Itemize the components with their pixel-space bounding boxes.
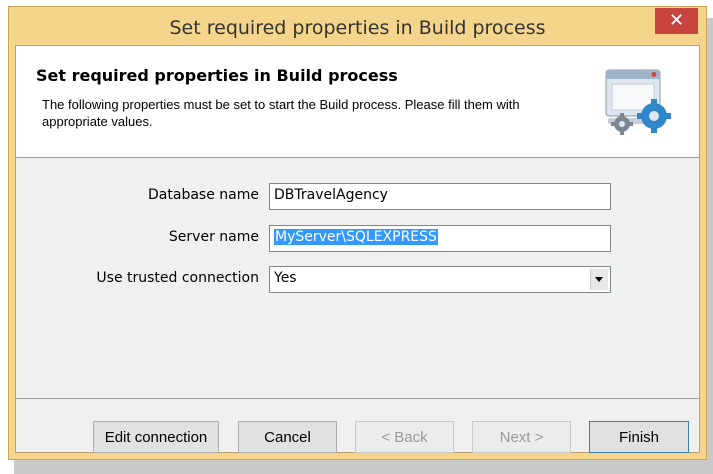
chevron-down-icon[interactable] xyxy=(590,269,608,290)
server-name-value: MyServer\SQLEXPRESS xyxy=(274,229,438,245)
edit-connection-button[interactable]: Edit connection xyxy=(93,421,219,453)
database-name-field[interactable]: DBTravelAgency xyxy=(269,183,611,210)
title-bar[interactable]: Set required properties in Build process… xyxy=(9,7,706,47)
wizard-body: Set required properties in Build process… xyxy=(15,45,700,453)
trusted-connection-value: Yes xyxy=(274,270,297,286)
cancel-button[interactable]: Cancel xyxy=(238,421,337,453)
close-button[interactable]: ✕ xyxy=(655,8,698,34)
finish-button[interactable]: Finish xyxy=(589,421,689,453)
close-icon: ✕ xyxy=(668,10,685,31)
server-name-field[interactable]: MyServer\SQLEXPRESS xyxy=(269,225,611,252)
wizard-window: Set required properties in Build process… xyxy=(8,6,707,460)
window-title: Set required properties in Build process xyxy=(169,17,546,39)
database-name-label: Database name xyxy=(148,187,259,203)
footer-divider xyxy=(16,398,699,399)
wizard-header: Set required properties in Build process… xyxy=(16,46,699,158)
database-name-value: DBTravelAgency xyxy=(274,187,388,203)
next-button[interactable]: Next > xyxy=(472,421,571,453)
header-description: The following properties must be set to … xyxy=(42,97,520,129)
trusted-connection-select[interactable]: Yes xyxy=(269,266,611,293)
server-name-label: Server name xyxy=(168,229,259,245)
header-title: Set required properties in Build process xyxy=(36,66,398,85)
back-button[interactable]: < Back xyxy=(355,421,454,453)
trusted-connection-label: Use trusted connection xyxy=(96,270,259,286)
window-gear-icon xyxy=(605,69,671,135)
